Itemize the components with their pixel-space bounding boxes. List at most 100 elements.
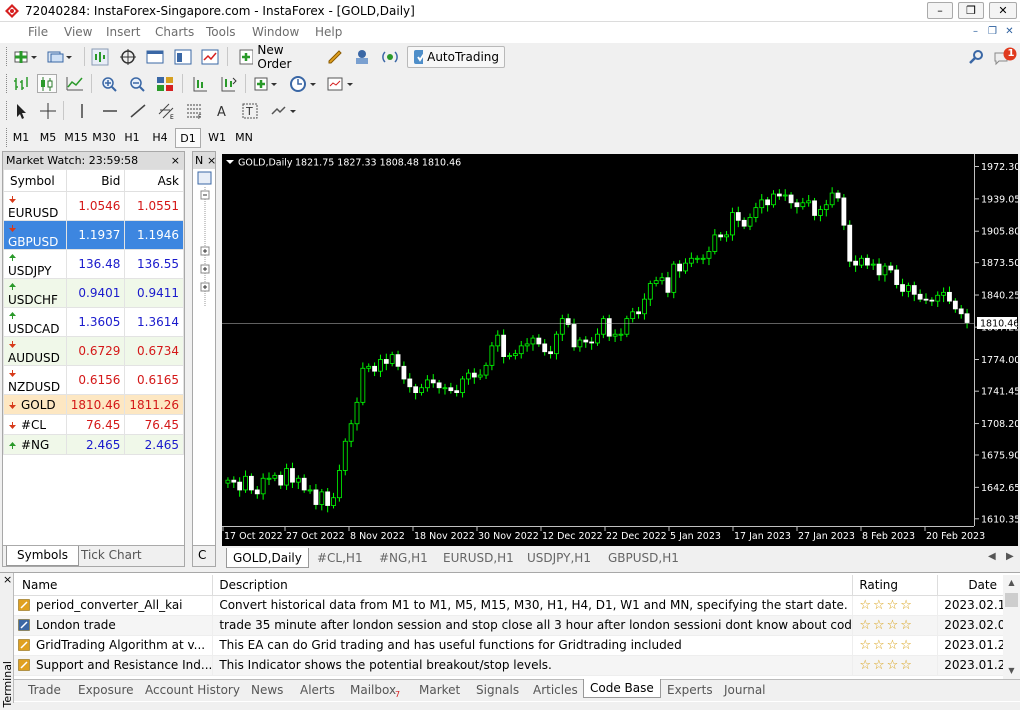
templates-icon[interactable] <box>325 74 355 93</box>
market-watch-row[interactable]: AUDUSD 0.6729 0.6734 <box>3 336 184 366</box>
column-header-symbol[interactable]: Symbol <box>3 169 67 192</box>
mdi-minimize-icon[interactable]: – <box>968 25 983 39</box>
timeframe-m5[interactable]: M5 <box>35 128 61 148</box>
bar-chart-icon[interactable] <box>11 74 31 93</box>
notifications-icon[interactable]: 1 <box>992 47 1018 66</box>
menu-window[interactable]: Window <box>252 25 299 39</box>
price-chart[interactable]: 1972.301939.051905.801873.501840.251807.… <box>222 154 1020 546</box>
timeframe-m15[interactable]: M15 <box>62 128 90 148</box>
restore-button[interactable]: ❐ <box>958 2 984 19</box>
column-header-rating[interactable]: Rating <box>852 575 939 596</box>
text-label-icon[interactable]: T <box>240 101 260 120</box>
chart-tabs-scroll-right-icon[interactable]: ▶ <box>1006 551 1014 562</box>
tab-alerts[interactable]: Alerts <box>300 683 335 697</box>
profiles-icon[interactable] <box>45 47 75 66</box>
chart-tab-usdjpy-h1[interactable]: USDJPY,H1 <box>521 548 597 568</box>
metaeditor-icon[interactable] <box>325 47 345 66</box>
tab-articles[interactable]: Articles <box>533 683 578 697</box>
new-order-button[interactable]: New Order <box>233 43 321 71</box>
autotrading-button[interactable]: AutoTrading <box>407 46 505 68</box>
trendline-icon[interactable] <box>128 101 148 120</box>
menu-charts[interactable]: Charts <box>155 25 194 39</box>
code-base-row[interactable]: London trade trade 35 minute after london… <box>14 615 1020 636</box>
arrows-icon[interactable] <box>268 101 298 120</box>
column-header-bid[interactable]: Bid <box>65 169 126 192</box>
periods-icon[interactable] <box>288 74 318 93</box>
column-header-description[interactable]: Description <box>212 575 854 596</box>
zoom-out-icon[interactable] <box>127 74 147 93</box>
tab-account-history[interactable]: Account History <box>145 683 240 697</box>
equidistant-channel-icon[interactable]: E <box>156 101 176 120</box>
market-watch-row[interactable]: GBPUSD 1.1937 1.1946 <box>3 220 184 250</box>
tab-journal[interactable]: Journal <box>724 683 766 697</box>
tab-news[interactable]: News <box>251 683 283 697</box>
data-window-icon[interactable] <box>118 47 138 66</box>
menu-help[interactable]: Help <box>315 25 342 39</box>
signals-icon[interactable] <box>380 47 400 66</box>
market-icon[interactable] <box>352 47 372 66</box>
text-tool-icon[interactable]: A <box>212 101 232 120</box>
timeframe-mn[interactable]: MN <box>231 128 257 148</box>
tab-exposure[interactable]: Exposure <box>78 683 134 697</box>
tab-code-base[interactable]: Code Base <box>583 679 661 698</box>
menu-insert[interactable]: Insert <box>106 25 140 39</box>
cursor-icon[interactable] <box>11 101 31 120</box>
code-base-row[interactable]: GridTrading Algorithm at v... This EA can… <box>14 635 1020 656</box>
mdi-close-icon[interactable]: ✕ <box>1002 25 1017 39</box>
navigator-tab-common[interactable]: C <box>193 545 215 566</box>
chart-tab-gold-daily[interactable]: GOLD,Daily <box>226 548 309 568</box>
terminal-icon[interactable] <box>173 47 193 66</box>
chart-tab-cl-h1[interactable]: #CL,H1 <box>311 548 369 568</box>
chart-tabs-scroll-left-icon[interactable]: ◀ <box>988 551 996 562</box>
autoscroll-icon[interactable] <box>218 74 238 93</box>
timeframe-d1[interactable]: D1 <box>175 128 201 148</box>
chart-tab-gbpusd-h1[interactable]: GBPUSD,H1 <box>602 548 685 568</box>
chart-tab-ng-h1[interactable]: #NG,H1 <box>373 548 434 568</box>
market-watch-row[interactable]: USDCHF 0.9401 0.9411 <box>3 278 184 308</box>
column-header-ask[interactable]: Ask <box>124 169 184 192</box>
tab-symbols[interactable]: Symbols <box>6 546 79 566</box>
zoom-in-icon[interactable] <box>99 74 119 93</box>
market-watch-row[interactable]: EURUSD 1.0546 1.0551 <box>3 191 184 221</box>
chart-tab-eurusd-h1[interactable]: EURUSD,H1 <box>437 548 520 568</box>
timeframe-h1[interactable]: H1 <box>119 128 145 148</box>
terminal-close-button[interactable]: × <box>3 573 12 586</box>
code-base-row[interactable]: Support and Resistance Ind... This Indica… <box>14 655 1020 676</box>
tester-icon[interactable] <box>200 47 220 66</box>
toolbar-grip[interactable] <box>6 47 9 66</box>
crosshair-icon[interactable] <box>38 101 58 120</box>
market-watch-row[interactable]: USDCAD 1.3605 1.3614 <box>3 307 184 337</box>
timeframe-m30[interactable]: M30 <box>90 128 118 148</box>
navigator-close-button[interactable]: × <box>207 152 216 169</box>
column-header-name[interactable]: Name <box>14 575 214 596</box>
close-button[interactable]: ✕ <box>989 2 1017 19</box>
timeframe-m1[interactable]: M1 <box>8 128 34 148</box>
vertical-line-icon[interactable] <box>72 101 92 120</box>
new-chart-icon[interactable] <box>11 47 41 66</box>
tab-market[interactable]: Market <box>419 683 460 697</box>
toolbar-grip[interactable] <box>6 74 9 93</box>
toolbar-grip[interactable] <box>6 101 9 120</box>
candlestick-chart-icon[interactable] <box>37 74 57 93</box>
scroll-down-icon[interactable]: ▼ <box>1003 663 1020 679</box>
market-watch-row[interactable]: #NG 2.465 2.465 <box>3 434 184 455</box>
navigator-icon[interactable] <box>145 47 165 66</box>
search-icon[interactable] <box>966 47 986 66</box>
line-chart-icon[interactable] <box>65 74 85 93</box>
chart-shift-icon[interactable] <box>190 74 210 93</box>
timeframe-w1[interactable]: W1 <box>204 128 230 148</box>
scroll-up-icon[interactable]: ▲ <box>1003 575 1020 591</box>
indicators-icon[interactable] <box>252 74 280 93</box>
market-watch-icon[interactable] <box>90 47 110 66</box>
tab-trade[interactable]: Trade <box>28 683 61 697</box>
market-watch-row[interactable]: USDJPY 136.48 136.55 <box>3 249 184 279</box>
menu-tools[interactable]: Tools <box>206 25 236 39</box>
candlestick-chart-svg[interactable]: 1972.301939.051905.801873.501840.251807.… <box>222 154 1020 546</box>
fibonacci-icon[interactable]: F <box>184 101 204 120</box>
tab-mailbox[interactable]: Mailbox <box>350 683 396 697</box>
scrollbar-thumb[interactable] <box>1005 593 1018 607</box>
timeframe-h4[interactable]: H4 <box>147 128 173 148</box>
tab-signals[interactable]: Signals <box>476 683 519 697</box>
menu-view[interactable]: View <box>64 25 92 39</box>
tile-windows-icon[interactable] <box>155 74 175 93</box>
